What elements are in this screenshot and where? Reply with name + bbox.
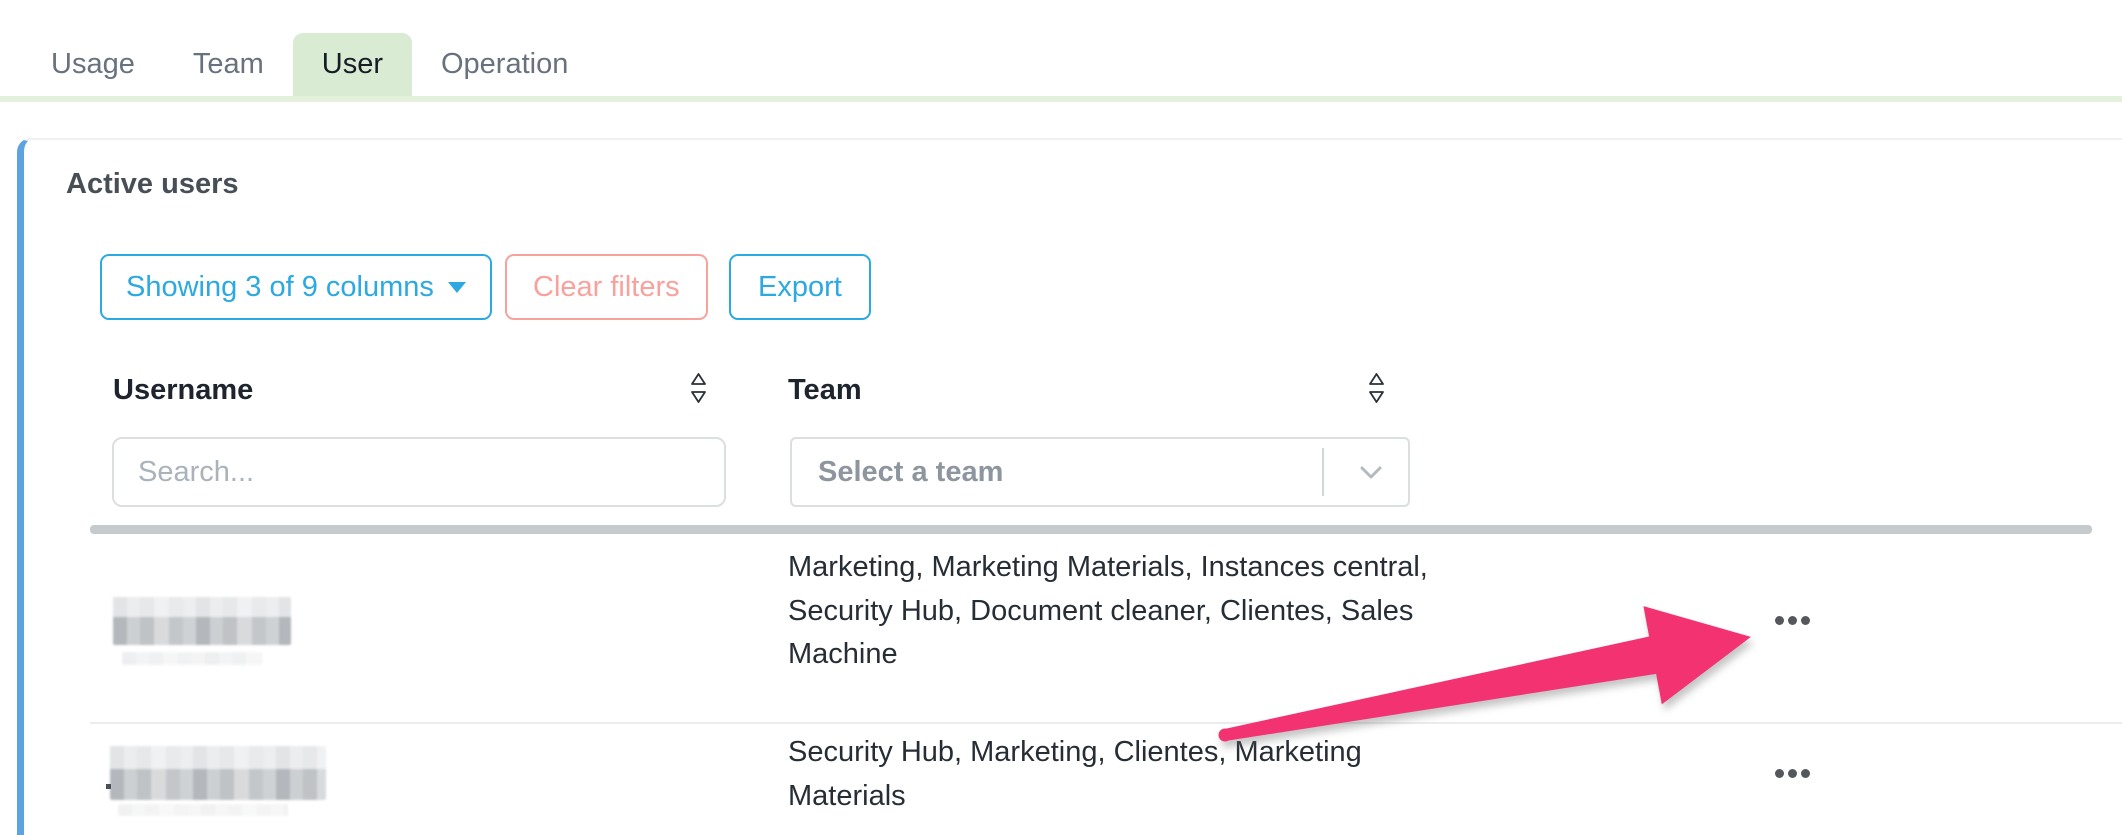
row-divider — [90, 722, 2122, 724]
ellipsis-icon — [1775, 769, 1784, 778]
page-title: Active users — [66, 168, 239, 201]
tab-underline — [0, 96, 2122, 102]
columns-dropdown-button[interactable]: Showing 3 of 9 columns — [100, 254, 492, 320]
username-search-input[interactable] — [112, 437, 726, 507]
team-cell-row2: Security Hub, Marketing, Clientes, Marke… — [788, 731, 1478, 818]
sort-icon[interactable] — [690, 372, 707, 404]
column-header-team: Team — [788, 374, 862, 407]
username-redacted-row2-fragment — [118, 804, 288, 816]
clear-filters-button[interactable]: Clear filters — [505, 254, 708, 320]
username-redacted-row2 — [110, 746, 326, 800]
sort-icon[interactable] — [1368, 372, 1385, 404]
select-divider — [1322, 448, 1324, 496]
user-admin-screen: Usage Team User Operation Active users S… — [0, 0, 2122, 835]
team-cell-row1: Marketing, Marketing Materials, Instance… — [788, 546, 1478, 677]
username-redacted-row1-fragment — [122, 652, 262, 665]
username-redacted-row1 — [113, 597, 291, 645]
columns-dropdown-label: Showing 3 of 9 columns — [126, 271, 434, 304]
team-select[interactable]: Select a team — [790, 437, 1410, 507]
horizontal-scrollbar[interactable] — [90, 525, 2092, 534]
tab-bar: Usage Team User Operation — [22, 33, 597, 96]
column-header-username: Username — [113, 374, 253, 407]
row-actions-menu-button[interactable] — [1769, 610, 1816, 631]
chevron-down-icon — [1360, 466, 1382, 480]
caret-down-icon — [448, 282, 466, 293]
tab-usage[interactable]: Usage — [22, 33, 164, 96]
export-button[interactable]: Export — [729, 254, 871, 320]
tab-team[interactable]: Team — [164, 33, 293, 96]
username-leading-dot — [106, 784, 111, 789]
tab-user[interactable]: User — [293, 33, 412, 96]
tab-operation[interactable]: Operation — [412, 33, 597, 96]
ellipsis-icon — [1775, 616, 1784, 625]
row-actions-menu-button[interactable] — [1769, 763, 1816, 784]
team-select-placeholder: Select a team — [792, 456, 1003, 489]
